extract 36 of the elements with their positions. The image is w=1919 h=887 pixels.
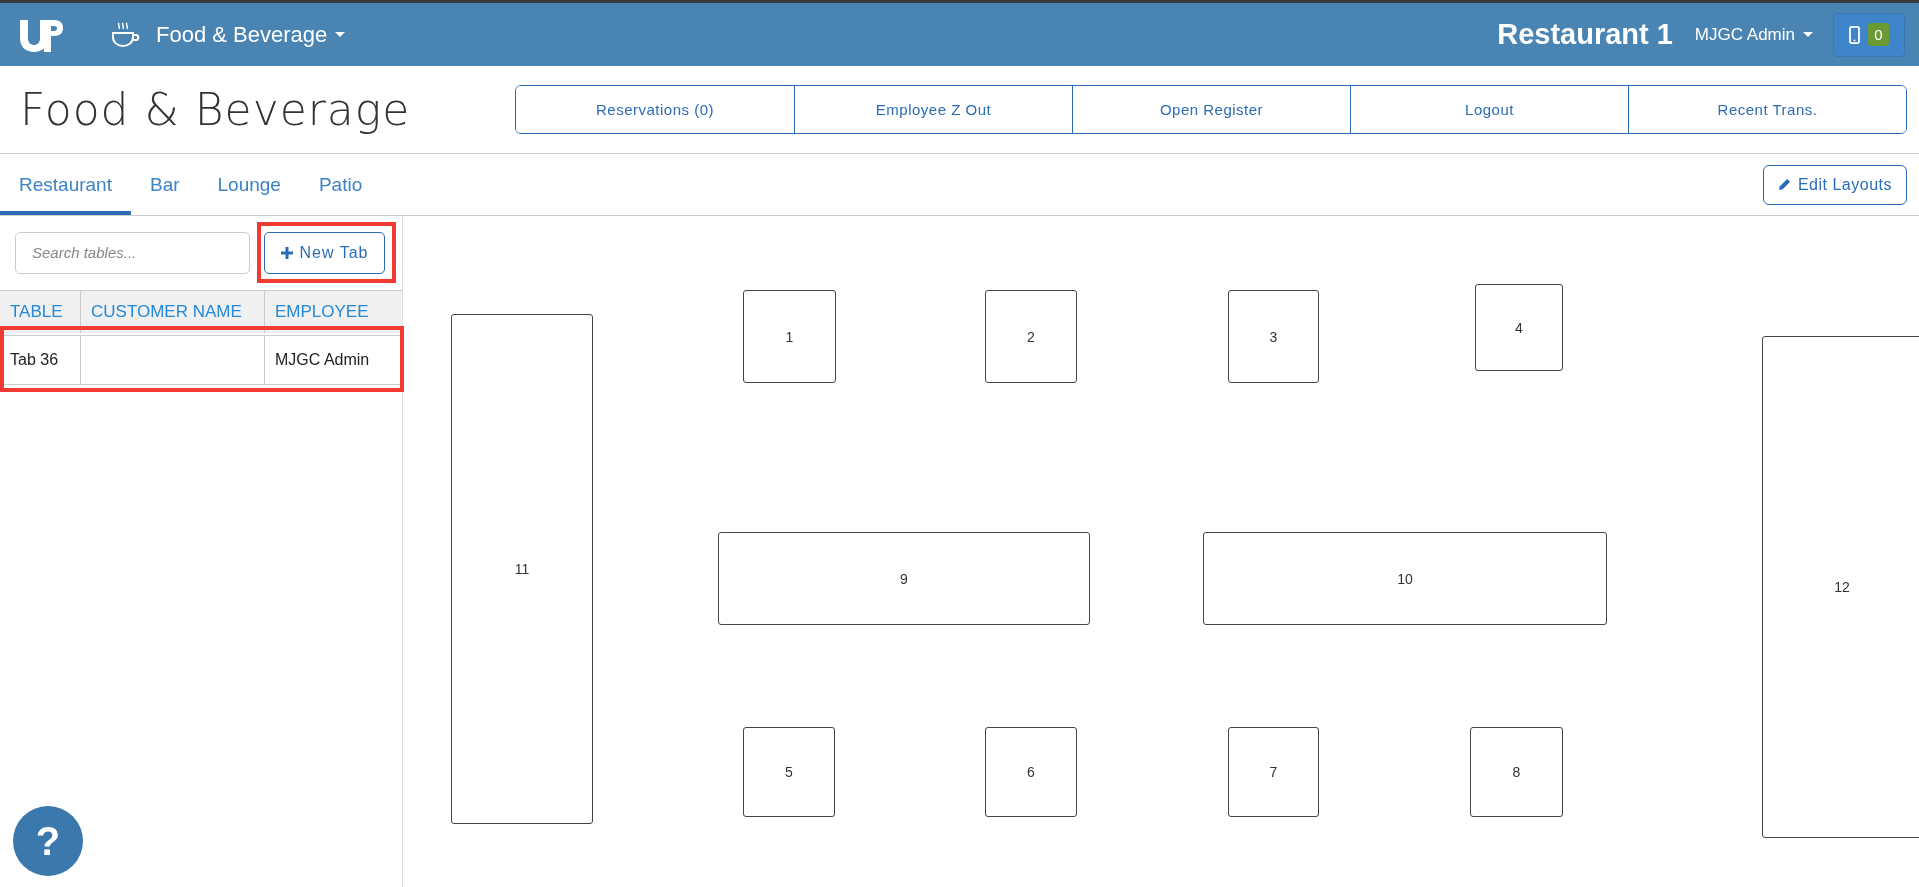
- action-button[interactable]: Recent Trans.: [1628, 86, 1906, 133]
- floor-table[interactable]: 3: [1228, 290, 1319, 383]
- device-count-badge: 0: [1868, 23, 1889, 46]
- floor-table[interactable]: 1: [743, 290, 836, 383]
- phone-icon: [1849, 25, 1861, 44]
- pencil-icon: [1777, 178, 1791, 191]
- area-tab[interactable]: Patio: [299, 154, 382, 215]
- module-dropdown[interactable]: Food & Beverage: [156, 21, 346, 48]
- plus-icon: [280, 246, 293, 259]
- floor-table[interactable]: 11: [451, 314, 593, 824]
- floor-table[interactable]: 5: [743, 727, 835, 817]
- table-cell: Tab 36: [0, 336, 81, 384]
- floor-table[interactable]: 6: [985, 727, 1077, 817]
- floor-table[interactable]: 10: [1203, 532, 1607, 625]
- user-dropdown[interactable]: MJGC Admin: [1694, 24, 1813, 45]
- area-tab[interactable]: Lounge: [198, 154, 300, 215]
- floor-table[interactable]: 4: [1475, 284, 1563, 371]
- page-title: Food & Beverage: [20, 84, 411, 135]
- area-tab[interactable]: Restaurant: [0, 154, 131, 215]
- column-header: CUSTOMER NAME: [81, 291, 265, 333]
- floor-table[interactable]: 8: [1470, 727, 1563, 817]
- floor-table[interactable]: 12: [1762, 336, 1919, 838]
- edit-layouts-button[interactable]: Edit Layouts: [1762, 164, 1907, 205]
- floor-table[interactable]: 9: [718, 532, 1090, 625]
- area-tab[interactable]: Bar: [130, 154, 199, 215]
- column-header: EMPLOYEE: [274, 301, 370, 323]
- new-tab-button[interactable]: New Tab: [264, 231, 385, 274]
- devices-button[interactable]: 0: [1833, 12, 1905, 57]
- floor-table[interactable]: 2: [985, 290, 1077, 383]
- search-field[interactable]: Search tables...: [15, 231, 250, 274]
- coffee-cup-icon: [110, 20, 142, 49]
- column-header: TABLE: [0, 291, 81, 333]
- floor-table[interactable]: 7: [1228, 727, 1319, 817]
- table-cell-text: MJGC Admin: [274, 350, 371, 370]
- help-button[interactable]: ?: [13, 806, 83, 876]
- location-name: Restaurant 1: [1497, 18, 1673, 51]
